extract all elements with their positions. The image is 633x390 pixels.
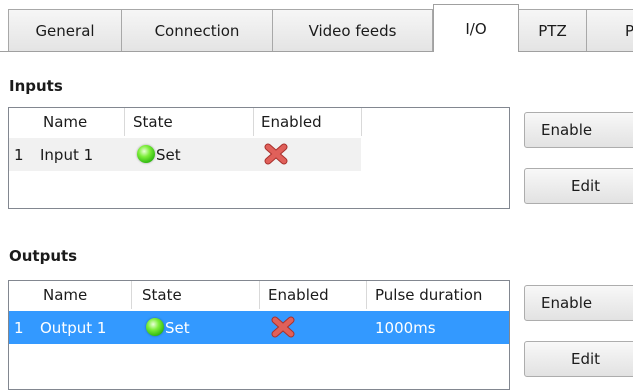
green-led-icon [146,318,164,336]
tab-ptz-label: PTZ [538,21,567,40]
tab-strip: General Connection Video feeds I/O PTZ P [0,0,633,52]
inputs-row[interactable]: 1 Input 1 Set [9,138,361,171]
outputs-col-enabled[interactable]: Enabled [268,281,329,309]
inputs-title: Inputs [9,77,63,95]
outputs-grid[interactable]: Name State Enabled Pulse duration 1 Outp… [8,280,510,390]
tab-video-feeds-label: Video feeds [308,21,397,40]
output-name: Output 1 [40,318,107,337]
input-name: Input 1 [40,145,94,164]
tab-more[interactable]: P [586,9,633,51]
tab-io-label: I/O [465,19,487,38]
inputs-col-enabled[interactable]: Enabled [261,108,322,136]
inputs-enable-button[interactable]: Enable [524,112,633,148]
inputs-enable-label: Enable [541,121,593,139]
red-x-icon [271,316,295,338]
tab-connection[interactable]: Connection [121,9,273,51]
outputs-row-selected[interactable]: 1 Output 1 Set 1000ms [9,311,509,344]
inputs-col-state[interactable]: State [133,108,173,136]
outputs-col-state[interactable]: State [142,281,182,309]
outputs-col-divider[interactable] [366,281,367,309]
output-pulse-duration: 1000ms [375,318,436,337]
output-state: Set [165,318,190,337]
outputs-title: Outputs [9,247,78,265]
tab-general-label: General [35,21,95,40]
tab-io[interactable]: I/O [433,4,519,52]
outputs-col-pulse-duration[interactable]: Pulse duration [375,281,482,309]
red-x-icon [264,143,288,165]
outputs-edit-label: Edit [571,350,601,368]
outputs-enable-button[interactable]: Enable [524,285,633,321]
inputs-col-divider[interactable] [124,108,125,136]
inputs-col-divider[interactable] [253,108,254,136]
tab-strip-baseline [0,51,633,52]
tab-connection-label: Connection [154,21,240,40]
outputs-col-name[interactable]: Name [43,281,87,309]
tab-more-label: P [625,22,633,40]
inputs-grid[interactable]: Name State Enabled 1 Input 1 Set [8,107,510,209]
inputs-edit-label: Edit [571,177,601,195]
row-index: 1 [14,145,24,164]
outputs-enable-label: Enable [541,294,593,312]
green-led-icon [137,145,155,163]
input-state: Set [156,145,181,164]
outputs-edit-button[interactable]: Edit [524,341,633,377]
row-index: 1 [14,318,24,337]
inputs-col-name[interactable]: Name [43,108,87,136]
inputs-edit-button[interactable]: Edit [524,168,633,204]
outputs-col-divider[interactable] [259,281,260,309]
tab-video-feeds[interactable]: Video feeds [272,9,433,51]
tab-general[interactable]: General [8,9,122,51]
inputs-col-divider[interactable] [361,108,362,136]
outputs-col-divider[interactable] [131,281,132,309]
tab-ptz[interactable]: PTZ [518,9,587,51]
